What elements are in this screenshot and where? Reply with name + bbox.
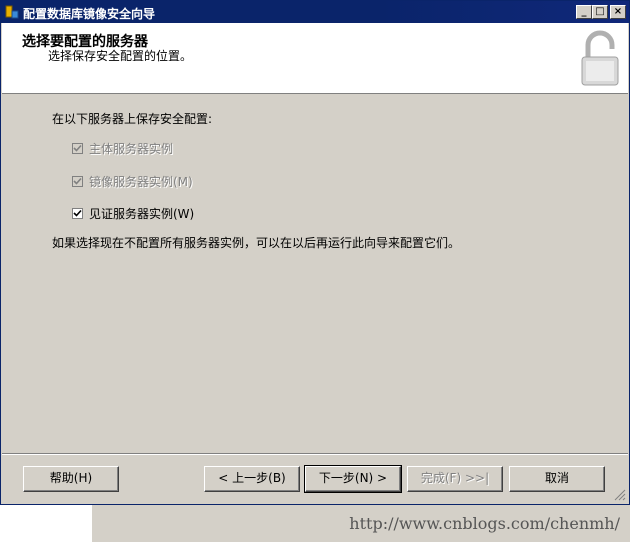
- wizard-window: 配置数据库镜像安全向导 _ □ × 选择要配置的服务器 选择保存安全配置的位置。…: [0, 0, 630, 505]
- principal-instance-label: 主体服务器实例: [89, 141, 174, 156]
- content-area: 在以下服务器上保存安全配置: 主体服务器实例 镜像服务器实例(M) 见证服务器实…: [2, 94, 628, 454]
- padlock-open-icon: [578, 29, 622, 87]
- mirror-instance-label: 镜像服务器实例(M): [89, 174, 193, 189]
- close-button[interactable]: ×: [610, 5, 626, 19]
- resize-grip-icon[interactable]: [614, 489, 626, 501]
- principal-instance-checkbox: [72, 142, 83, 154]
- header-panel: 选择要配置的服务器 选择保存安全配置的位置。: [2, 23, 628, 94]
- save-location-label: 在以下服务器上保存安全配置:: [52, 112, 213, 126]
- help-button[interactable]: 帮助(H): [23, 466, 119, 492]
- watermark-url: http://www.cnblogs.com/chenmh/: [349, 514, 620, 533]
- background-area-left: [0, 505, 93, 542]
- minimize-button[interactable]: _: [576, 5, 592, 19]
- window-title: 配置数据库镜像安全向导: [23, 7, 156, 21]
- page-subtitle: 选择保存安全配置的位置。: [48, 49, 193, 63]
- app-icon: [4, 4, 20, 20]
- witness-instance-option[interactable]: 见证服务器实例(W): [72, 205, 194, 221]
- finish-button: 完成(F) >>|: [407, 466, 503, 492]
- mirror-instance-option: 镜像服务器实例(M): [72, 173, 193, 189]
- witness-instance-label[interactable]: 见证服务器实例(W): [89, 205, 194, 222]
- configure-later-note: 如果选择现在不配置所有服务器实例，可以在以后再运行此向导来配置它们。: [52, 236, 461, 250]
- back-button[interactable]: < 上一步(B): [204, 466, 300, 492]
- cancel-button[interactable]: 取消: [509, 466, 605, 492]
- next-button[interactable]: 下一步(N) >: [304, 465, 402, 493]
- principal-instance-option: 主体服务器实例: [72, 140, 173, 156]
- maximize-button[interactable]: □: [592, 5, 608, 19]
- footer-divider: [2, 453, 628, 455]
- title-bar[interactable]: 配置数据库镜像安全向导 _ □ ×: [1, 1, 629, 23]
- witness-instance-checkbox[interactable]: [72, 207, 83, 219]
- mirror-instance-checkbox: [72, 175, 83, 187]
